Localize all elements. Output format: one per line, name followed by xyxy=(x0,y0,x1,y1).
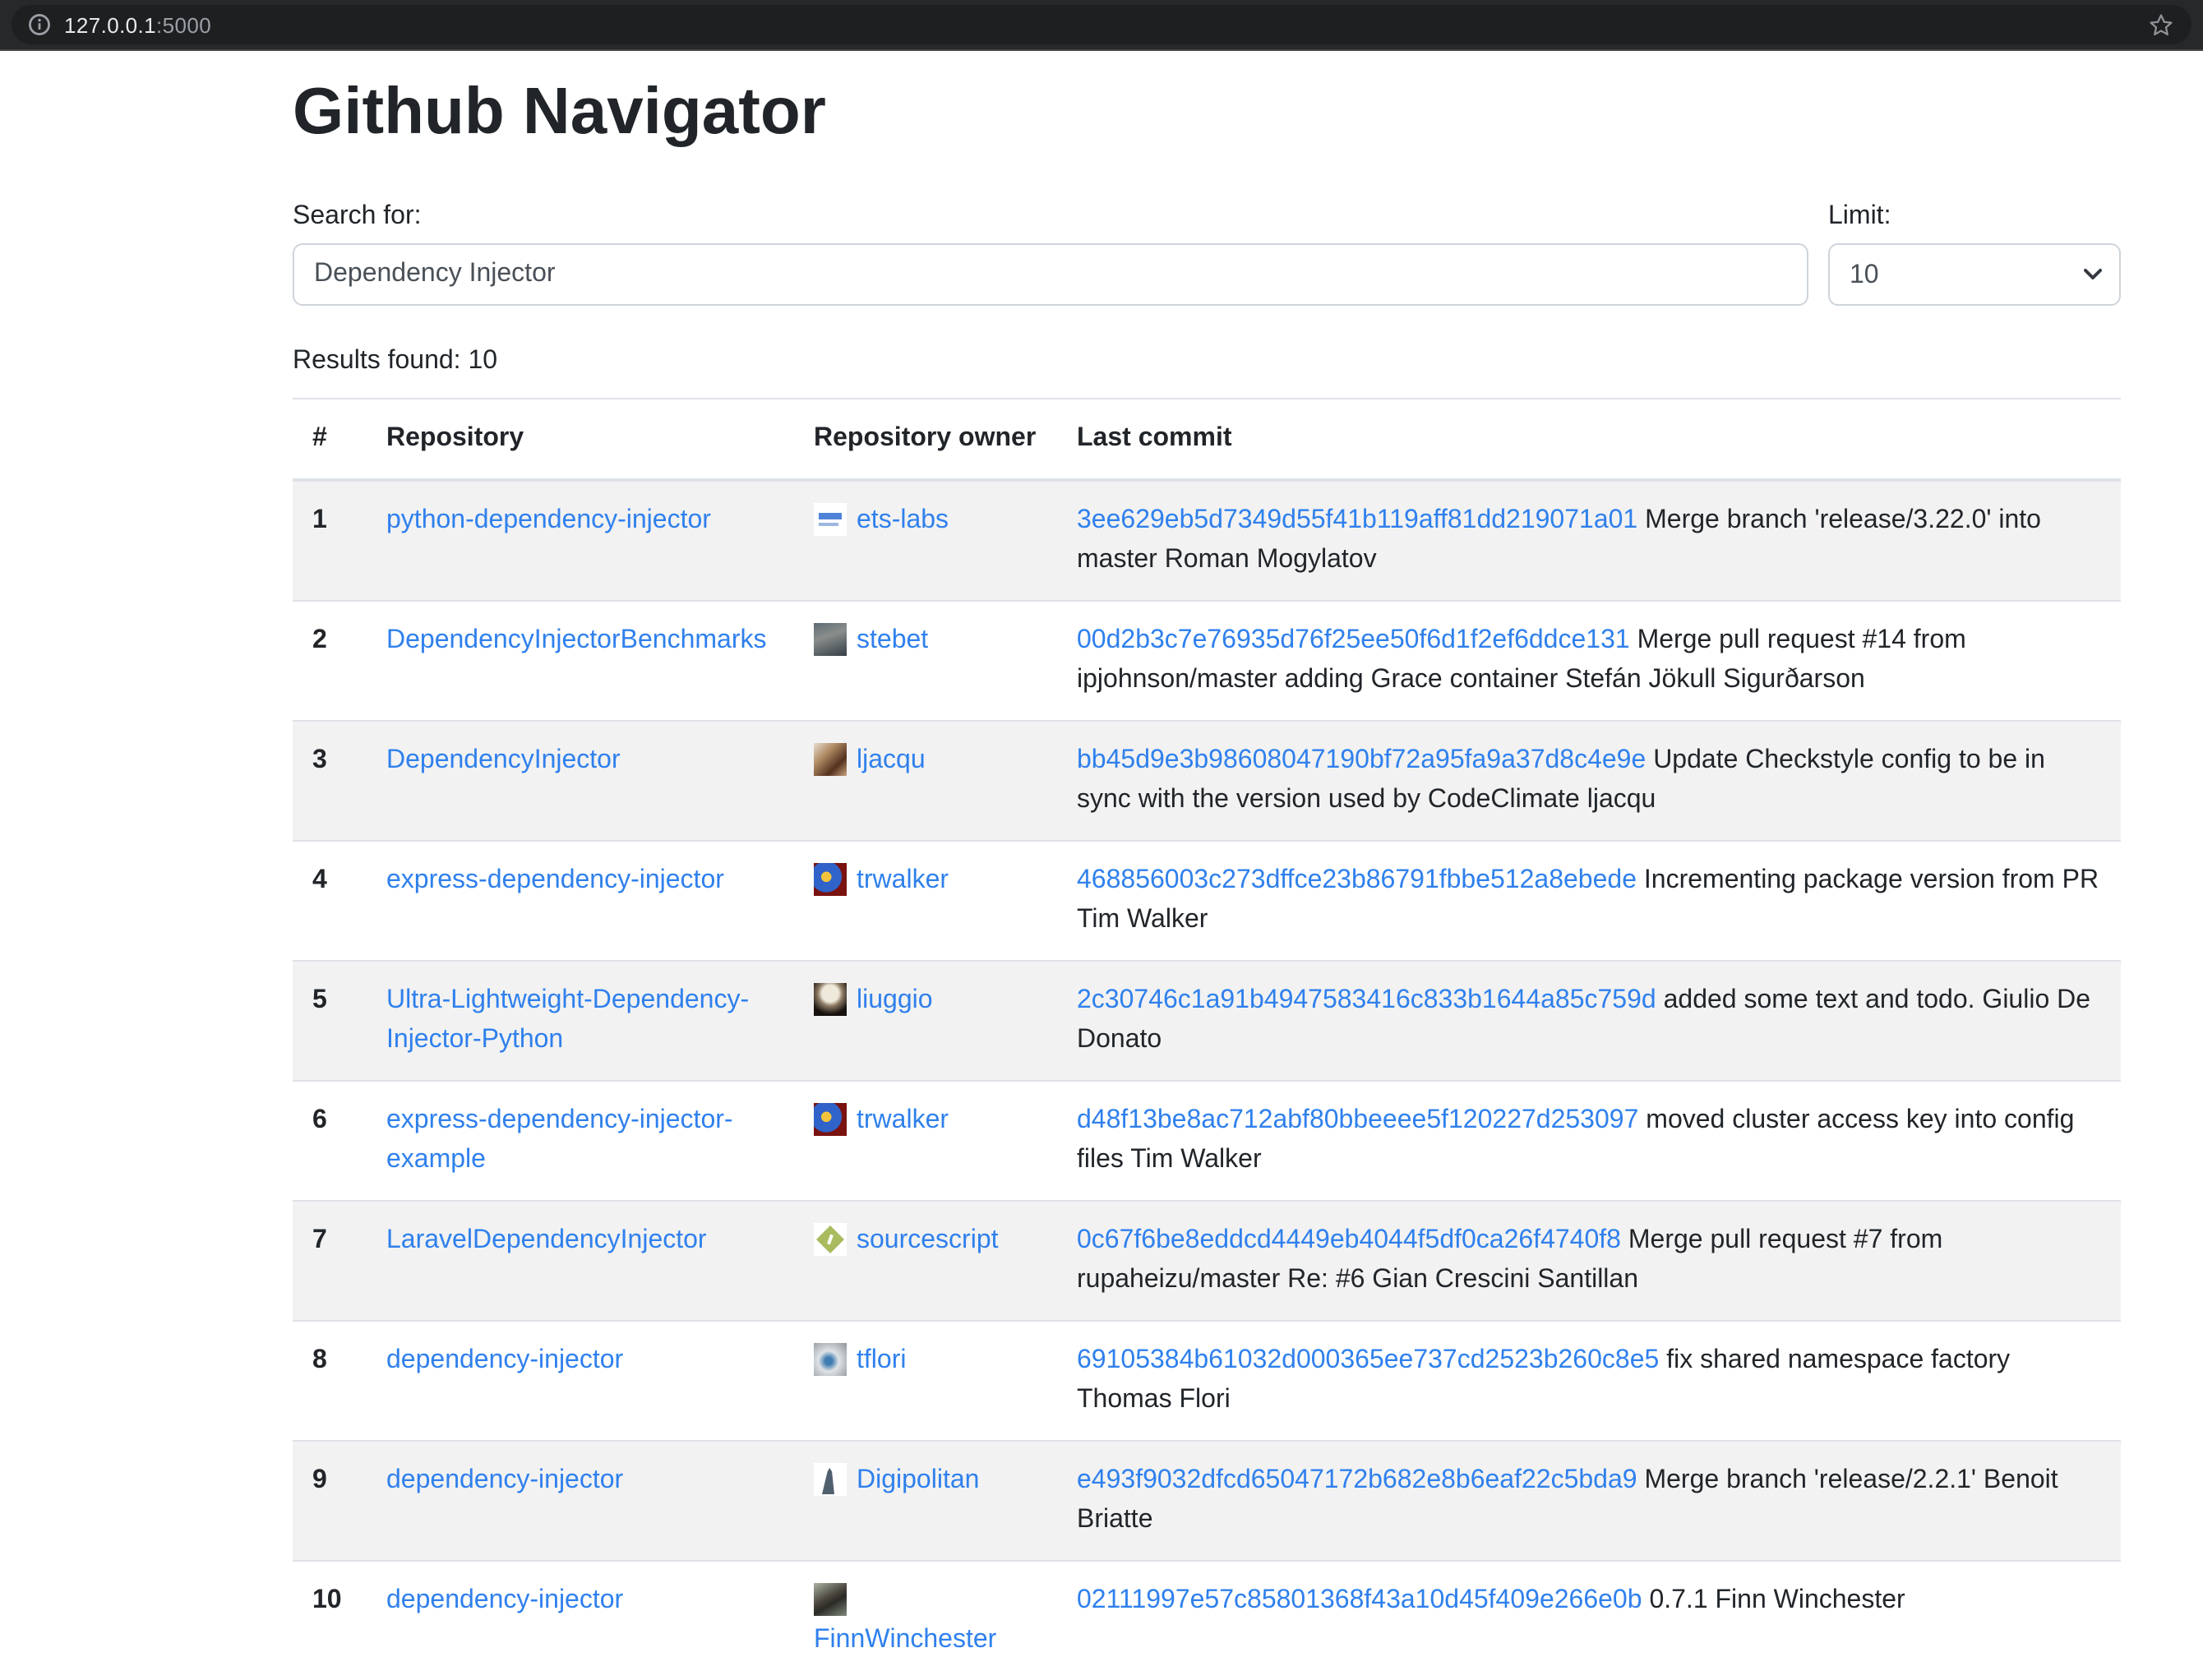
owner-link[interactable]: Digipolitan xyxy=(857,1466,979,1494)
commit-hash-link[interactable]: bb45d9e3b98608047190bf72a95fa9a37d8c4e9e xyxy=(1077,746,1646,774)
commit-hash-link[interactable]: 02111997e57c85801368f43a10d45f409e266e0b xyxy=(1077,1586,1642,1614)
row-number: 5 xyxy=(293,961,367,1081)
repo-link[interactable]: express-dependency-injector xyxy=(386,866,724,894)
owner-link[interactable]: liuggio xyxy=(857,986,933,1014)
commit-hash-link[interactable]: d48f13be8ac712abf80bbeeee5f120227d253097 xyxy=(1077,1106,1638,1134)
table-row: 3 DependencyInjector ljacqu bb45d9e3b986… xyxy=(293,721,2121,841)
row-number: 8 xyxy=(293,1321,367,1441)
limit-select[interactable]: 10 xyxy=(1828,243,2121,306)
owner-avatar xyxy=(814,1583,847,1616)
search-form: Search for: Limit: 10 xyxy=(293,197,2121,306)
results-count: Results found: 10 xyxy=(293,342,2121,381)
commit-message: 0.7.1 Finn Winchester xyxy=(1649,1586,1905,1614)
owner-avatar xyxy=(814,1463,847,1496)
info-icon[interactable] xyxy=(28,13,51,36)
screen: 127.0.0.1:5000 Github Navigator Search f… xyxy=(0,0,2203,1654)
owner-avatar xyxy=(814,1103,847,1136)
repo-link[interactable]: dependency-injector xyxy=(386,1466,623,1494)
commit-hash-link[interactable]: 0c67f6be8eddcd4449eb4044f5df0ca26f4740f8 xyxy=(1077,1226,1621,1254)
url-bar[interactable]: 127.0.0.1:5000 xyxy=(12,5,2191,44)
owner-link[interactable]: sourcescript xyxy=(857,1226,999,1254)
col-header-owner: Repository owner xyxy=(794,399,1057,480)
owner-avatar xyxy=(814,743,847,776)
commit-hash-link[interactable]: 00d2b3c7e76935d76f25ee50f6d1f2ef6ddce131 xyxy=(1077,626,1630,654)
owner-avatar xyxy=(814,863,847,896)
row-number: 6 xyxy=(293,1081,367,1201)
table-row: 8 dependency-injector tflori 69105384b61… xyxy=(293,1321,2121,1441)
page-content: Github Navigator Search for: Limit: 10 R… xyxy=(0,51,2203,1680)
commit-hash-link[interactable]: 2c30746c1a91b4947583416c833b1644a85c759d xyxy=(1077,986,1656,1014)
repo-link[interactable]: Ultra-Lightweight-Dependency-Injector-Py… xyxy=(386,986,749,1054)
col-header-last-commit: Last commit xyxy=(1057,399,2121,480)
repo-link[interactable]: LaravelDependencyInjector xyxy=(386,1226,707,1254)
table-row: 4 express-dependency-injector trwalker 4… xyxy=(293,841,2121,961)
owner-avatar xyxy=(814,503,847,536)
owner-avatar xyxy=(814,1223,847,1256)
owner-link[interactable]: trwalker xyxy=(857,866,949,894)
repo-link[interactable]: dependency-injector xyxy=(386,1586,623,1614)
owner-link[interactable]: ets-labs xyxy=(857,506,949,534)
browser-chrome: 127.0.0.1:5000 xyxy=(0,0,2203,51)
search-label: Search for: xyxy=(293,197,1808,237)
row-number: 9 xyxy=(293,1441,367,1561)
commit-hash-link[interactable]: 3ee629eb5d7349d55f41b119aff81dd219071a01 xyxy=(1077,506,1637,534)
owner-link[interactable]: ljacqu xyxy=(857,746,926,774)
table-row: 6 express-dependency-injector-example tr… xyxy=(293,1081,2121,1201)
col-header-num: # xyxy=(293,399,367,480)
limit-label: Limit: xyxy=(1828,197,2121,237)
row-number: 10 xyxy=(293,1561,367,1680)
owner-link[interactable]: trwalker xyxy=(857,1106,949,1134)
repo-link[interactable]: express-dependency-injector-example xyxy=(386,1106,733,1174)
table-row: 2 DependencyInjectorBenchmarks stebet 00… xyxy=(293,601,2121,721)
page-title: Github Navigator xyxy=(293,72,2121,151)
row-number: 2 xyxy=(293,601,367,721)
results-table: # Repository Repository owner Last commi… xyxy=(293,398,2121,1680)
owner-avatar xyxy=(814,623,847,656)
repo-link[interactable]: python-dependency-injector xyxy=(386,506,711,534)
table-row: 9 dependency-injector Digipolitan e493f9… xyxy=(293,1441,2121,1561)
owner-link[interactable]: stebet xyxy=(857,626,928,654)
row-number: 7 xyxy=(293,1201,367,1321)
col-header-repository: Repository xyxy=(367,399,794,480)
search-input[interactable] xyxy=(293,243,1808,306)
table-row: 10 dependency-injector FinnWinchester 02… xyxy=(293,1561,2121,1680)
url-text: 127.0.0.1:5000 xyxy=(64,12,211,37)
row-number: 1 xyxy=(293,480,367,601)
repo-link[interactable]: DependencyInjector xyxy=(386,746,621,774)
table-row: 7 LaravelDependencyInjector sourcescript… xyxy=(293,1201,2121,1321)
url-port: :5000 xyxy=(156,12,211,37)
table-row: 5 Ultra-Lightweight-Dependency-Injector-… xyxy=(293,961,2121,1081)
row-number: 4 xyxy=(293,841,367,961)
repo-link[interactable]: DependencyInjectorBenchmarks xyxy=(386,626,766,654)
commit-hash-link[interactable]: 69105384b61032d000365ee737cd2523b260c8e5 xyxy=(1077,1346,1659,1374)
commit-hash-link[interactable]: 468856003c273dffce23b86791fbbe512a8ebede xyxy=(1077,866,1637,894)
owner-link[interactable]: FinnWinchester xyxy=(814,1626,996,1654)
owner-link[interactable]: tflori xyxy=(857,1346,906,1374)
table-header-row: # Repository Repository owner Last commi… xyxy=(293,399,2121,480)
row-number: 3 xyxy=(293,721,367,841)
bookmark-star-icon[interactable] xyxy=(2147,11,2175,39)
commit-hash-link[interactable]: e493f9032dfcd65047172b682e8b6eaf22c5bda9 xyxy=(1077,1466,1637,1494)
repo-link[interactable]: dependency-injector xyxy=(386,1346,623,1374)
owner-avatar xyxy=(814,1343,847,1376)
owner-avatar xyxy=(814,983,847,1016)
url-host: 127.0.0.1 xyxy=(64,12,156,37)
table-row: 1 python-dependency-injector ets-labs 3e… xyxy=(293,480,2121,601)
